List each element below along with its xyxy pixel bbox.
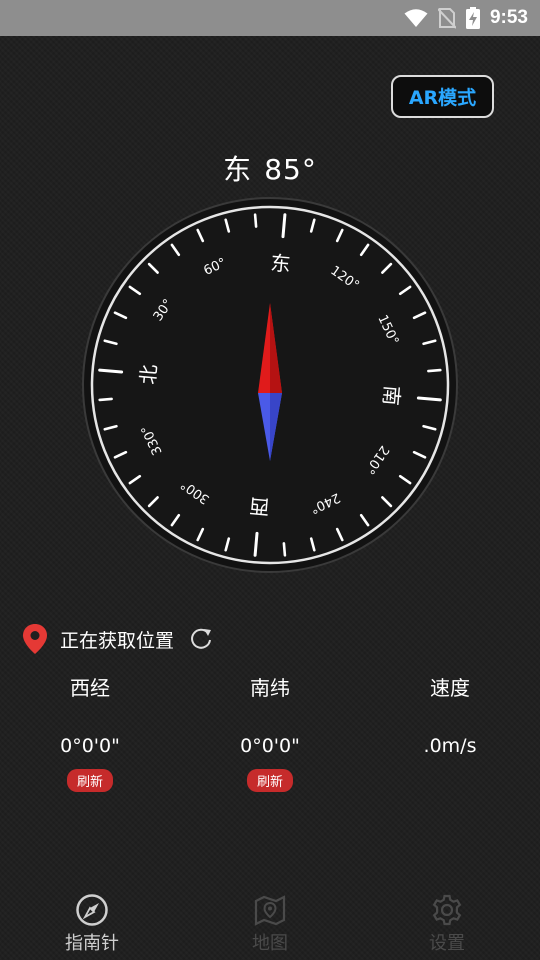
longitude-column: 西经 0°0'0" 刷新 xyxy=(20,672,160,792)
tab-compass[interactable]: 指南针 xyxy=(42,893,142,955)
latitude-value: 0°0'0" xyxy=(240,735,300,757)
no-sim-icon xyxy=(437,8,456,29)
cardinal-south: 南 xyxy=(379,385,405,407)
compass-tick xyxy=(253,531,259,557)
compass-tick xyxy=(416,396,442,402)
tab-settings[interactable]: 设置 xyxy=(397,893,497,955)
compass-tick xyxy=(253,213,258,228)
refresh-icon[interactable] xyxy=(188,626,214,652)
tab-label-map: 地图 xyxy=(252,933,288,954)
status-bar: 9:53 xyxy=(0,0,540,36)
gear-icon xyxy=(432,894,462,926)
cardinal-east: 东 xyxy=(270,251,292,277)
compass-tick xyxy=(98,397,113,402)
longitude-value: 0°0'0" xyxy=(60,735,120,757)
speed-value: .0m/s xyxy=(423,735,477,757)
compass-tick xyxy=(98,368,124,374)
compass-dial: 北东南西30°60° 120°150°210°240°300°330° xyxy=(82,197,458,573)
heading-readout: 东 85° xyxy=(0,148,540,188)
cardinal-west: 西 xyxy=(248,494,270,520)
speed-label: 速度 xyxy=(430,676,470,700)
heading-direction: 东 xyxy=(223,153,253,186)
status-time: 9:53 xyxy=(489,7,528,28)
longitude-label: 西经 xyxy=(70,676,110,700)
status-icons: 9:53 xyxy=(404,0,528,36)
battery-charging-icon xyxy=(465,7,480,29)
wifi-icon xyxy=(404,9,428,27)
latitude-column: 南纬 0°0'0" 刷新 xyxy=(200,672,340,792)
compass-tick xyxy=(281,213,287,239)
cardinal-north: 北 xyxy=(136,363,162,385)
latitude-refresh-button[interactable]: 刷新 xyxy=(246,769,293,792)
map-icon xyxy=(254,895,286,926)
compass-tick xyxy=(427,368,442,373)
longitude-refresh-button[interactable]: 刷新 xyxy=(66,769,113,792)
speed-column: 速度 .0m/s xyxy=(380,672,520,757)
location-status: 正在获取位置 xyxy=(60,629,175,652)
location-pin-icon xyxy=(23,624,47,654)
latitude-label: 南纬 xyxy=(250,676,290,700)
tab-map[interactable]: 地图 xyxy=(220,893,320,955)
location-row: 正在获取位置 xyxy=(22,622,214,656)
tab-label-compass: 指南针 xyxy=(65,933,119,954)
compass-tick xyxy=(282,542,287,557)
tab-label-settings: 设置 xyxy=(429,933,465,954)
heading-degrees: 85° xyxy=(264,153,317,186)
ar-mode-button[interactable]: AR模式 xyxy=(391,75,494,118)
compass-icon xyxy=(76,894,108,926)
